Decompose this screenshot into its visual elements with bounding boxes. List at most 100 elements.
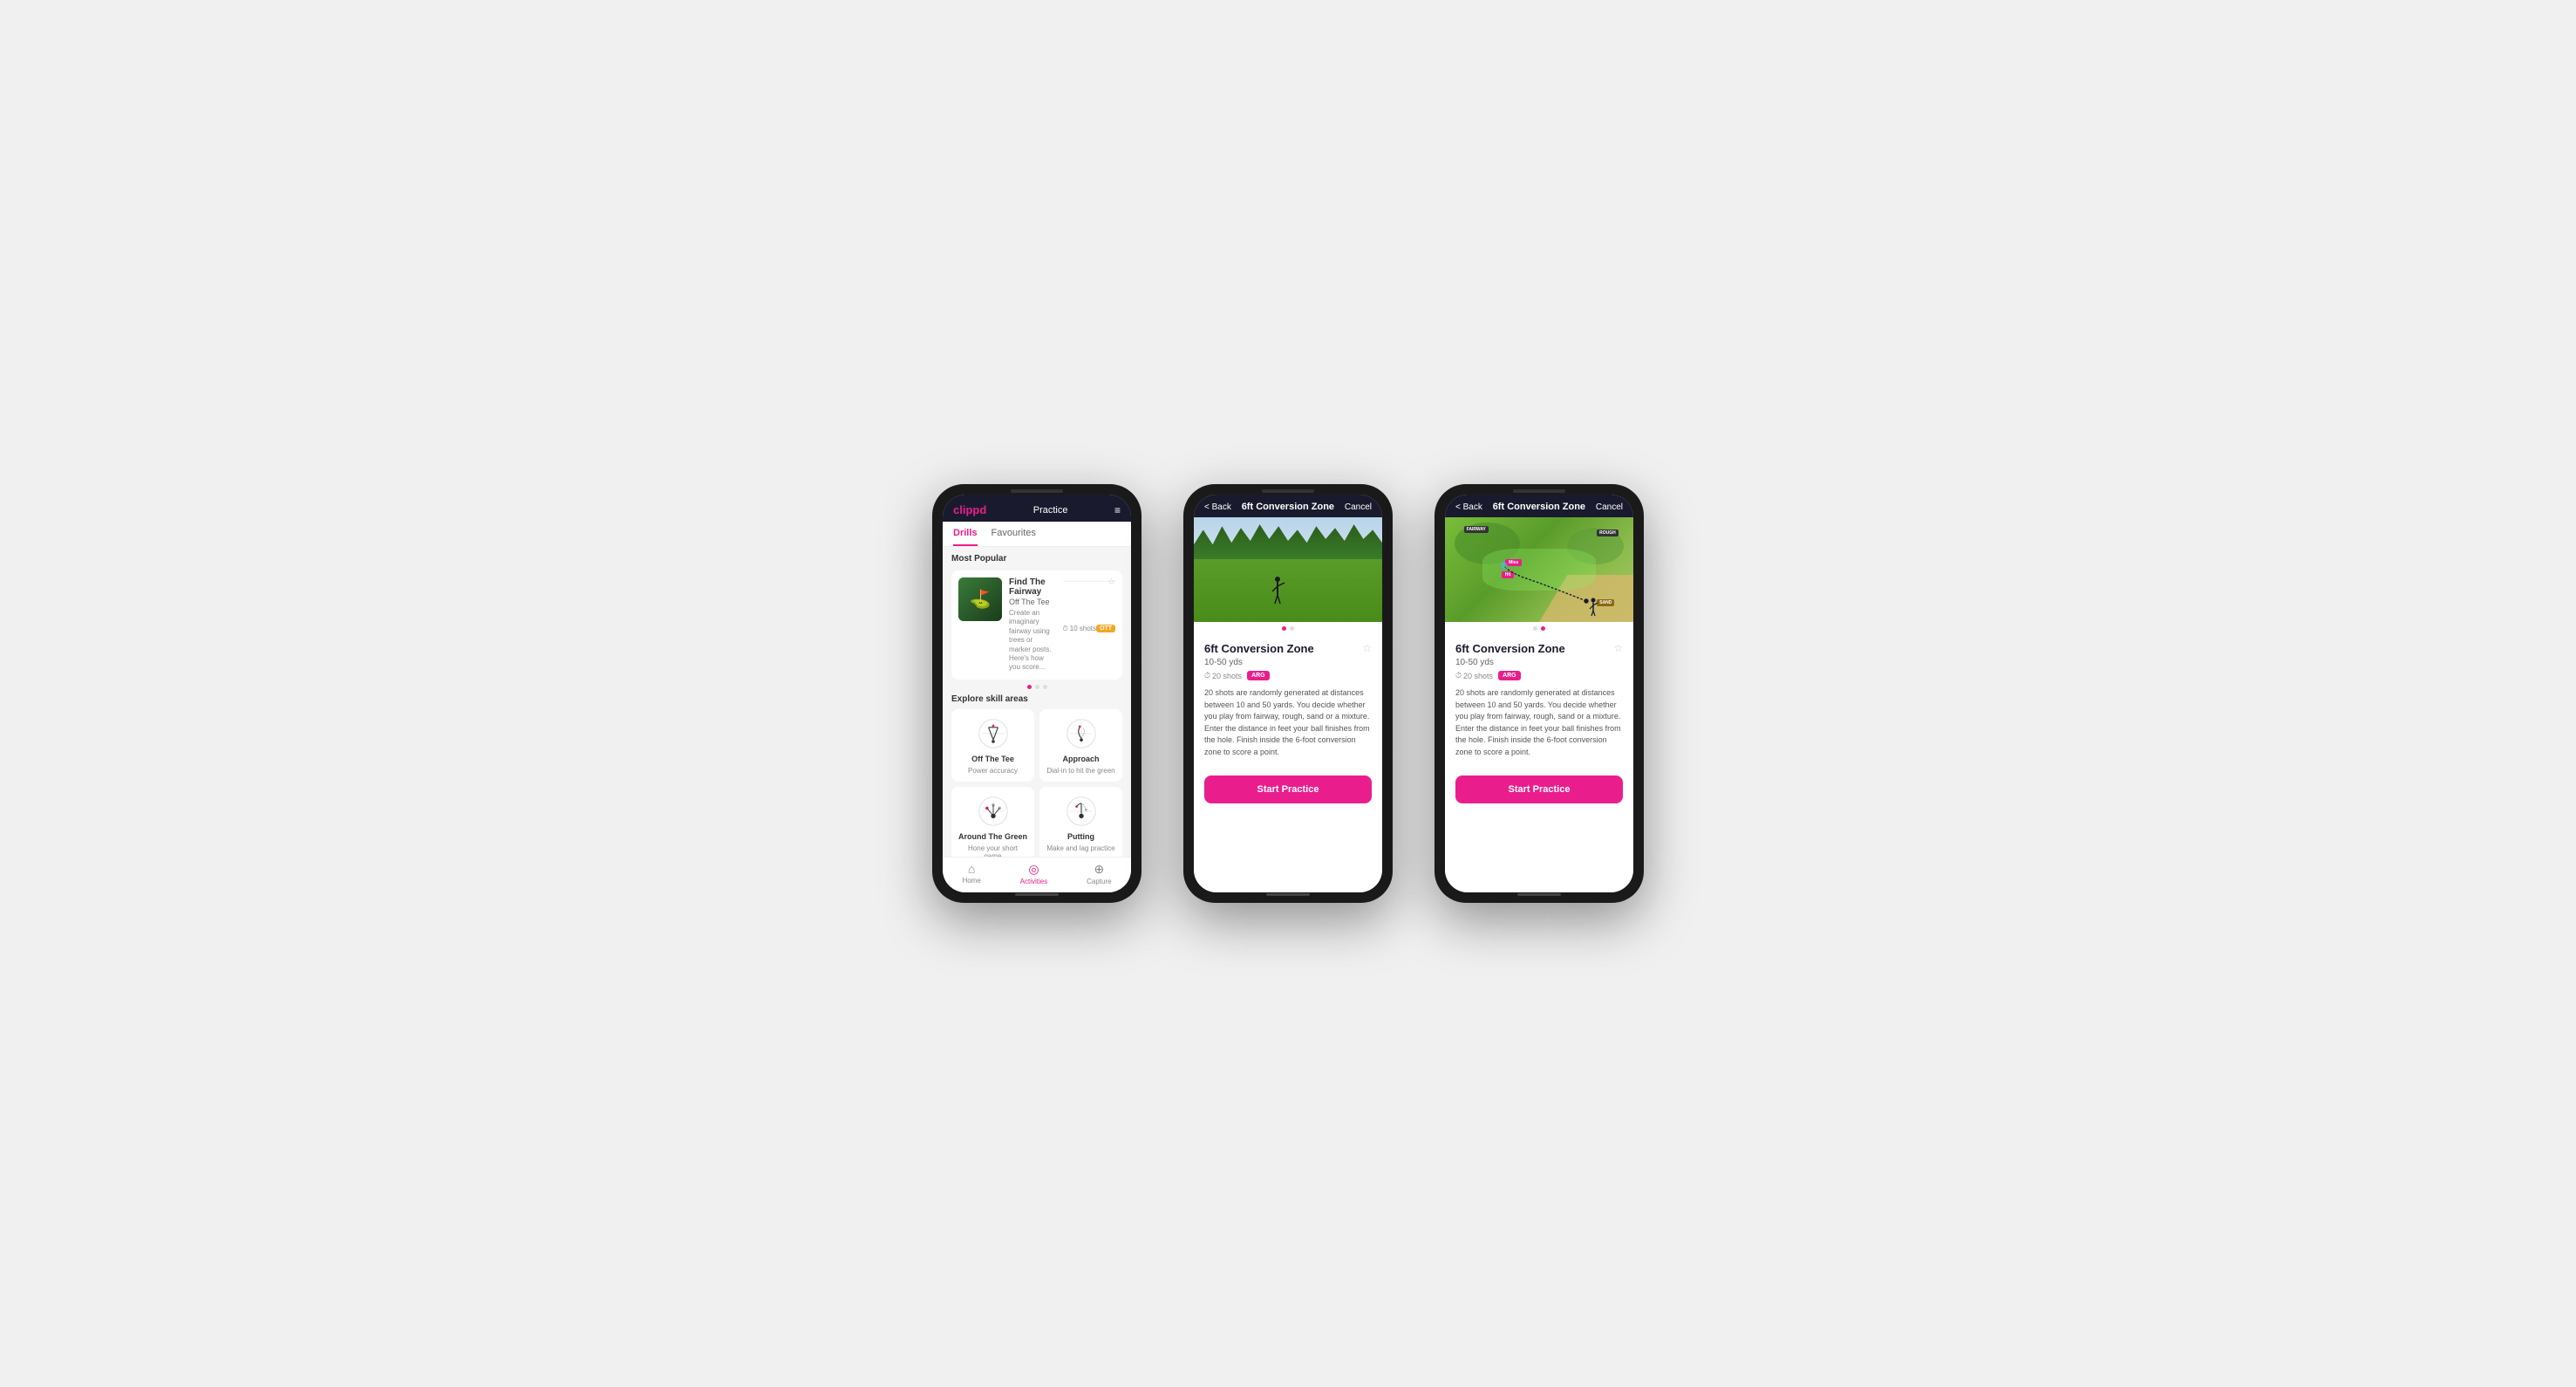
p1-header: clippd Practice ≡	[943, 495, 1131, 522]
skill-card-approach[interactable]: Approach Dial-in to hit the green	[1039, 709, 1122, 782]
drill-image-map: FAIRWAY ROUGH SAND Miss Hit	[1445, 517, 1633, 622]
p3-drill-star[interactable]: ☆	[1613, 642, 1623, 654]
nav-home-label: Home	[962, 877, 980, 885]
img-dot-2[interactable]	[1290, 626, 1294, 631]
back-button[interactable]: < Back	[1204, 502, 1231, 512]
card-title: Find The Fairway	[1009, 577, 1056, 597]
nav-capture[interactable]: ⊕ Capture	[1087, 862, 1111, 885]
arg-badge: ARG	[1247, 671, 1270, 680]
nav-activities[interactable]: ◎ Activities	[1020, 862, 1048, 885]
putting-name: Putting	[1067, 832, 1094, 841]
approach-name: Approach	[1062, 755, 1099, 763]
drill-header: 6ft Conversion Zone ☆	[1204, 642, 1372, 655]
card-favourite-star[interactable]: ☆	[1107, 577, 1115, 587]
dot-2[interactable]	[1035, 685, 1039, 689]
drill-star[interactable]: ☆	[1362, 642, 1372, 654]
cancel-button[interactable]: Cancel	[1345, 502, 1372, 512]
nav-capture-label: Capture	[1087, 878, 1111, 885]
phone-1-screen: clippd Practice ≡ Drills Favourites Most…	[943, 495, 1131, 892]
p1-header-title: Practice	[1033, 505, 1068, 516]
dot-3[interactable]	[1043, 685, 1047, 689]
p1-content: Most Popular Find The Fairway Off The Te…	[943, 547, 1131, 857]
atg-icon	[976, 794, 1011, 829]
drill-title: 6ft Conversion Zone	[1204, 642, 1314, 655]
shots-count: ⏱ 10 shots	[1063, 625, 1097, 633]
phone-3-screen: < Back 6ft Conversion Zone Cancel	[1445, 495, 1633, 892]
activities-icon: ◎	[1028, 862, 1039, 877]
drill-card-find-fairway[interactable]: Find The Fairway Off The Tee Create an i…	[951, 571, 1122, 680]
skill-card-atg[interactable]: Around The Green Hone your short game	[951, 787, 1034, 857]
bottom-nav: ⌂ Home ◎ Activities ⊕ Capture	[943, 857, 1131, 892]
tab-favourites[interactable]: Favourites	[992, 522, 1036, 546]
nav-activities-label: Activities	[1020, 878, 1048, 885]
p3-shots-row: ⏱ 20 shots ARG	[1455, 671, 1623, 680]
p2-content: 6ft Conversion Zone ☆ 10-50 yds ⏱ 20 sho…	[1194, 517, 1382, 892]
p2-body: 6ft Conversion Zone ☆ 10-50 yds ⏱ 20 sho…	[1194, 635, 1382, 817]
approach-desc: Dial-in to hit the green	[1046, 767, 1114, 775]
atg-desc: Hone your short game	[958, 844, 1027, 857]
ott-desc: Power accuracy	[968, 767, 1018, 775]
phone-2-screen: < Back 6ft Conversion Zone Cancel	[1194, 495, 1382, 892]
clock-icon-2: ⏱	[1204, 671, 1210, 680]
phone-1: clippd Practice ≡ Drills Favourites Most…	[932, 484, 1141, 903]
golf-photo	[1194, 517, 1382, 622]
most-popular-label: Most Popular	[951, 554, 1122, 564]
capture-icon: ⊕	[1094, 862, 1104, 877]
p3-content: FAIRWAY ROUGH SAND Miss Hit	[1445, 517, 1633, 892]
p1-menu-icon[interactable]: ≡	[1114, 504, 1121, 516]
image-dots	[1194, 622, 1382, 635]
card-info: Find The Fairway Off The Tee Create an i…	[1009, 577, 1056, 673]
atg-name: Around The Green	[958, 832, 1027, 841]
home-icon: ⌂	[968, 862, 975, 876]
card-image	[958, 577, 1002, 621]
ott-icon	[976, 716, 1011, 751]
p3-drill-yardage: 10-50 yds	[1455, 658, 1623, 667]
golf-course-thumbnail	[958, 577, 1002, 621]
p3-header: < Back 6ft Conversion Zone Cancel	[1445, 495, 1633, 517]
nav-home[interactable]: ⌂ Home	[962, 862, 980, 885]
p3-arg-badge: ARG	[1498, 671, 1521, 680]
p3-clock-icon: ⏱	[1455, 671, 1462, 680]
skill-card-ott[interactable]: Off The Tee Power accuracy	[951, 709, 1034, 782]
drill-image-photo	[1194, 517, 1382, 622]
p3-image-dots	[1445, 622, 1633, 635]
phone-2: < Back 6ft Conversion Zone Cancel	[1183, 484, 1393, 903]
card-footer: ⏱ 10 shots OTT	[1063, 581, 1116, 673]
shots-row: ⏱ 20 shots ARG	[1204, 671, 1372, 680]
p2-header-title: 6ft Conversion Zone	[1242, 502, 1334, 512]
skill-card-putting[interactable]: Putting Make and lag practice	[1039, 787, 1122, 857]
drill-description: 20 shots are randomly generated at dista…	[1204, 687, 1372, 758]
golf-map: FAIRWAY ROUGH SAND Miss Hit	[1445, 517, 1633, 622]
drill-yardage: 10-50 yds	[1204, 658, 1372, 667]
p3-img-dot-2[interactable]	[1541, 626, 1545, 631]
ott-badge: OTT	[1096, 625, 1115, 632]
p3-body: 6ft Conversion Zone ☆ 10-50 yds ⏱ 20 sho…	[1445, 635, 1633, 817]
explore-label: Explore skill areas	[951, 694, 1122, 704]
img-dot-1[interactable]	[1282, 626, 1286, 631]
p3-img-dot-1[interactable]	[1533, 626, 1537, 631]
p3-shots-label: ⏱ 20 shots	[1455, 671, 1493, 680]
p1-tabs: Drills Favourites	[943, 522, 1131, 547]
approach-icon	[1064, 716, 1099, 751]
p3-drill-header: 6ft Conversion Zone ☆	[1455, 642, 1623, 655]
card-description: Create an imaginary fairway using trees …	[1009, 609, 1056, 673]
p3-drill-description: 20 shots are randomly generated at dista…	[1455, 687, 1623, 758]
p3-start-practice-button[interactable]: Start Practice	[1455, 775, 1623, 803]
card-subtitle: Off The Tee	[1009, 598, 1056, 606]
skill-grid: Off The Tee Power accuracy	[951, 709, 1122, 857]
phones-container: clippd Practice ≡ Drills Favourites Most…	[932, 484, 1644, 903]
putting-desc: Make and lag practice	[1046, 844, 1114, 852]
putting-icon	[1064, 794, 1099, 829]
phone-3: < Back 6ft Conversion Zone Cancel	[1435, 484, 1644, 903]
p2-header: < Back 6ft Conversion Zone Cancel	[1194, 495, 1382, 517]
carousel-dots	[951, 685, 1122, 689]
ott-name: Off The Tee	[971, 755, 1014, 763]
tab-drills[interactable]: Drills	[953, 522, 978, 546]
p3-drill-title: 6ft Conversion Zone	[1455, 642, 1565, 655]
start-practice-button[interactable]: Start Practice	[1204, 775, 1372, 803]
clock-icon: ⏱	[1063, 625, 1068, 633]
dot-1[interactable]	[1027, 685, 1032, 689]
p3-cancel-button[interactable]: Cancel	[1596, 502, 1623, 512]
p3-header-title: 6ft Conversion Zone	[1493, 502, 1585, 512]
p3-back-button[interactable]: < Back	[1455, 502, 1482, 512]
